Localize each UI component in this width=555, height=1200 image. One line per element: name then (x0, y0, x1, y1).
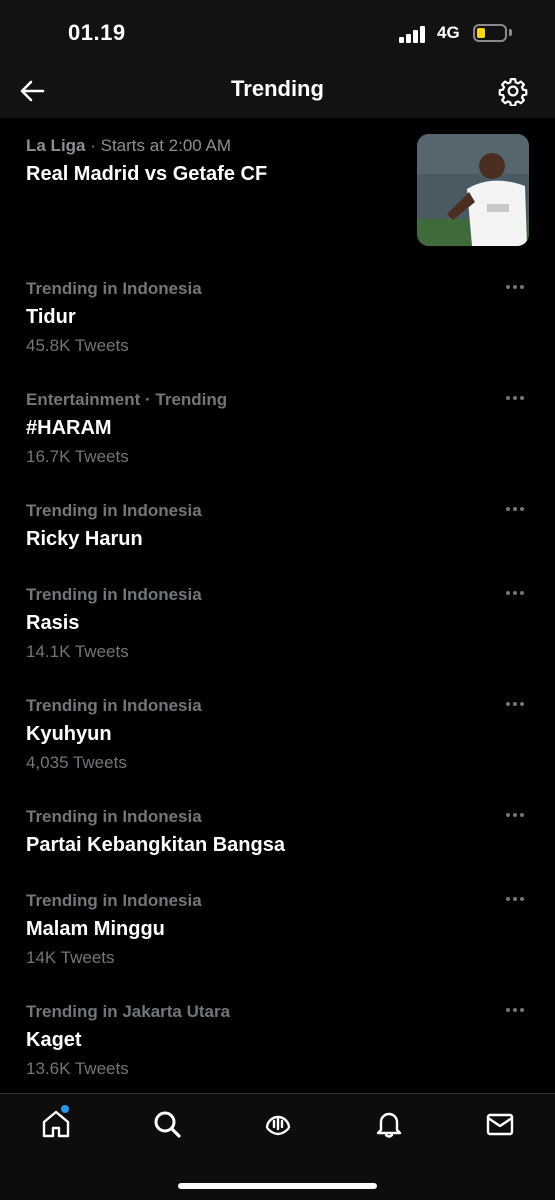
home-icon (42, 1110, 70, 1138)
tab-search[interactable] (151, 1108, 183, 1140)
battery-nub (509, 29, 512, 36)
more-options-icon[interactable] (506, 1004, 528, 1016)
home-indicator[interactable] (178, 1183, 377, 1189)
featured-time: Starts at 2:00 AM (100, 136, 232, 155)
battery-icon (473, 24, 507, 42)
trend-name: Kaget (26, 1029, 82, 1051)
trend-context: Trending in Indonesia (26, 279, 202, 298)
more-options-icon[interactable] (506, 503, 528, 515)
trend-item[interactable]: Trending in Indonesia Kyuhyun 4,035 Tweets (0, 696, 555, 786)
trend-tweet-count: 14K Tweets (26, 948, 115, 967)
trend-context: Trending in Indonesia (26, 891, 202, 910)
trend-tweet-count: 14.1K Tweets (26, 642, 129, 661)
page-title: Trending (231, 76, 324, 101)
trend-context: Trending in Indonesia (26, 696, 202, 715)
trend-name: Kyuhyun (26, 723, 112, 745)
more-options-icon[interactable] (506, 392, 528, 404)
tab-home[interactable] (40, 1108, 72, 1140)
more-options-icon[interactable] (506, 893, 528, 905)
trend-tweet-count: 13.6K Tweets (26, 1059, 129, 1078)
trend-tweet-count: 45.8K Tweets (26, 336, 129, 355)
featured-title: Real Madrid vs Getafe CF (26, 163, 268, 185)
football-player-photo (417, 134, 529, 246)
spaces-icon (265, 1115, 291, 1136)
nav-header: Trending (0, 66, 555, 118)
trend-item[interactable]: Trending in Indonesia Malam Minggu 14K Twe… (0, 891, 555, 981)
bell-icon (376, 1112, 402, 1138)
more-options-icon[interactable] (506, 809, 528, 821)
mail-icon (486, 1113, 514, 1136)
settings-button[interactable] (498, 76, 528, 107)
trend-name: #HARAM (26, 417, 112, 439)
trend-name: Partai Kebangkitan Bangsa (26, 834, 285, 856)
tab-notifications[interactable] (373, 1108, 405, 1140)
featured-separator: · (85, 136, 101, 155)
status-time: 01.19 (68, 20, 126, 45)
trend-context: Trending in Jakarta Utara (26, 1002, 231, 1021)
home-notification-dot (61, 1105, 69, 1113)
trend-item[interactable]: Entertainment · Trending #HARAM 16.7K Twee… (0, 390, 555, 480)
trend-item[interactable]: Trending in Indonesia Partai Kebangkitan … (0, 807, 555, 897)
more-options-icon[interactable] (506, 698, 528, 710)
featured-category: La Liga (26, 136, 86, 155)
featured-thumbnail[interactable] (417, 134, 529, 246)
trend-item[interactable]: Trending in Indonesia Rasis 14.1K Tweets (0, 585, 555, 675)
trend-item[interactable]: Trending in Indonesia Ricky Harun (0, 501, 555, 591)
trend-name: Rasis (26, 612, 80, 634)
more-options-icon[interactable] (506, 281, 528, 293)
trend-context: Trending in Indonesia (26, 807, 202, 826)
trend-name: Malam Minggu (26, 918, 165, 940)
network-type: 4G (437, 23, 460, 42)
cellular-signal-icon (399, 25, 429, 43)
trend-tweet-count: 4,035 Tweets (26, 753, 127, 772)
trend-context: Trending in Indonesia (26, 501, 202, 520)
search-icon (154, 1111, 181, 1138)
trend-tweet-count: 16.7K Tweets (26, 447, 129, 466)
tab-spaces[interactable] (262, 1108, 294, 1140)
tab-messages[interactable] (484, 1108, 516, 1140)
trend-item[interactable]: Trending in Indonesia Tidur 45.8K Tweets (0, 279, 555, 369)
trend-name: Tidur (26, 306, 76, 328)
trend-context: Entertainment · Trending (26, 390, 228, 409)
more-options-icon[interactable] (506, 587, 528, 599)
gear-icon (498, 78, 528, 107)
trend-item[interactable]: Trending in Jakarta Utara Kaget 13.6K Twee… (0, 1002, 555, 1092)
trend-name: Ricky Harun (26, 528, 143, 550)
status-bar: 01.19 4G (0, 0, 555, 66)
trend-context: Trending in Indonesia (26, 585, 202, 604)
featured-meta: La Liga · Starts at 2:00 AM (26, 136, 231, 156)
featured-event[interactable]: La Liga · Starts at 2:00 AM Real Madrid … (0, 118, 555, 258)
